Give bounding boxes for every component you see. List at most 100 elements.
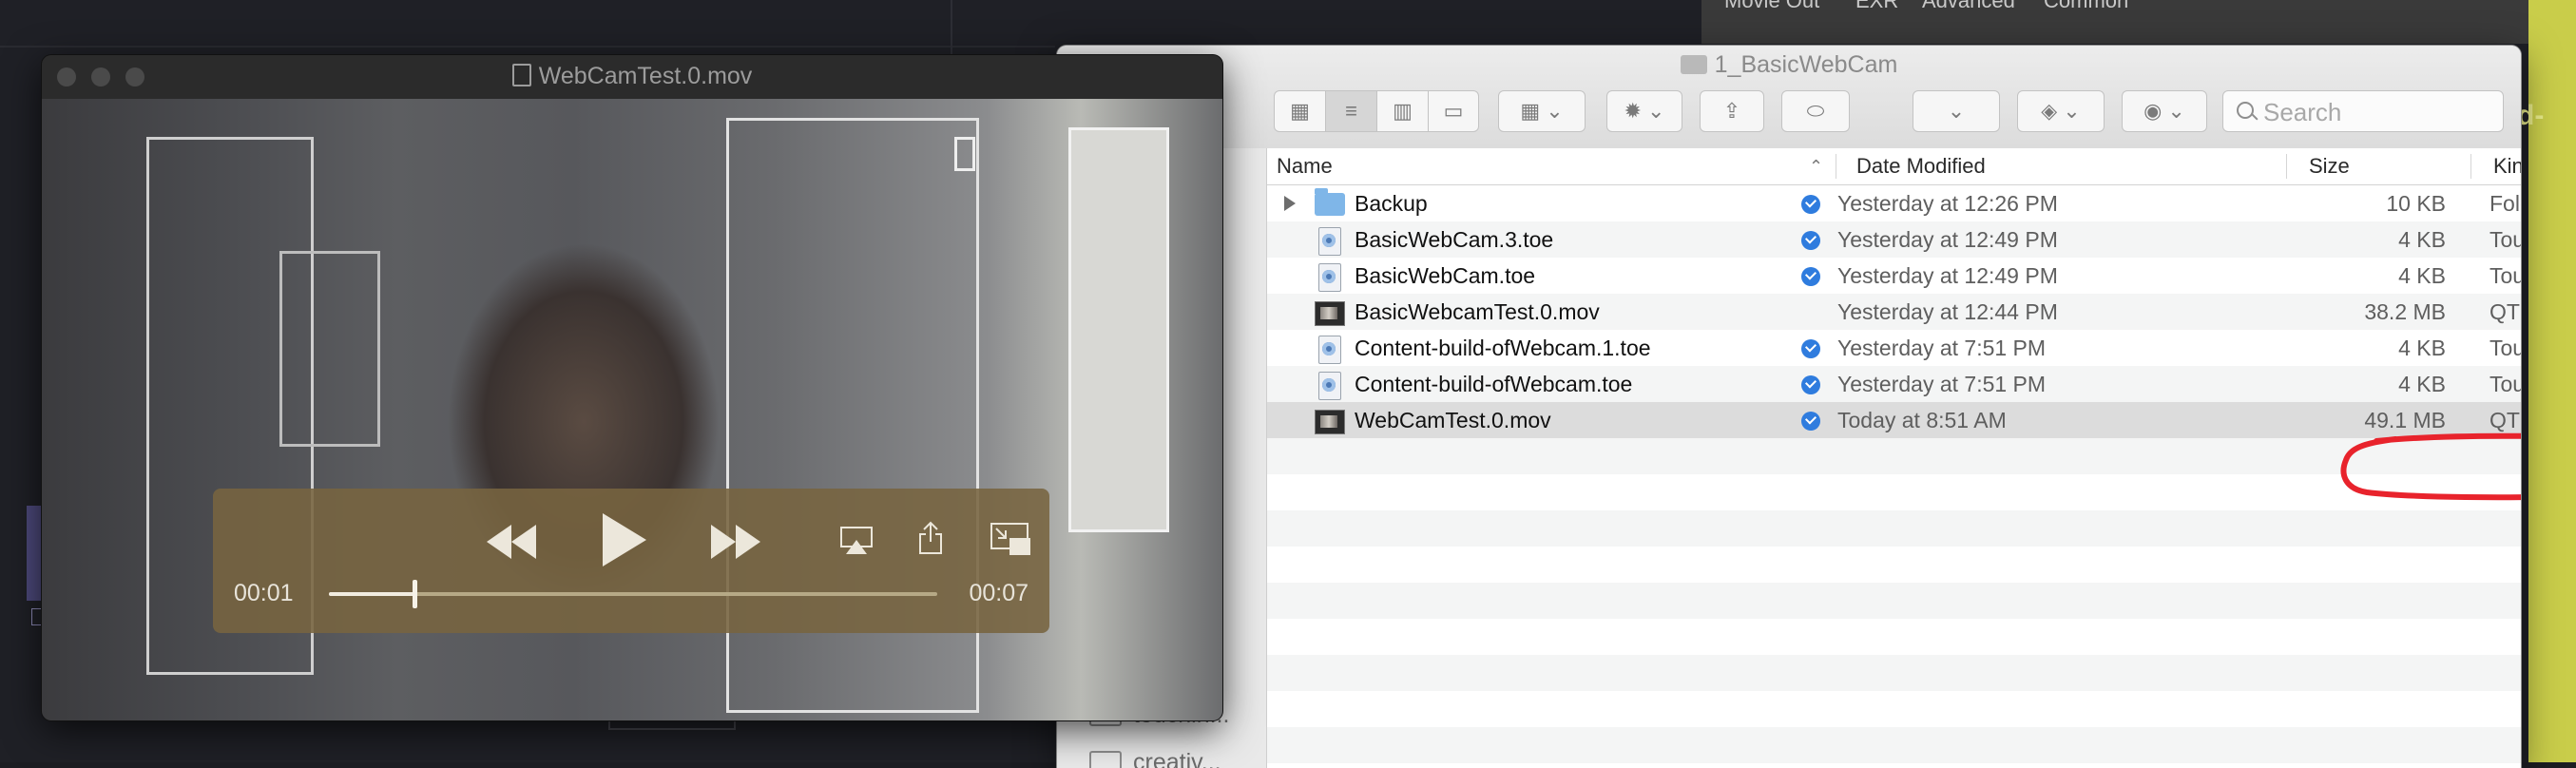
empty-row bbox=[1267, 691, 2521, 727]
path-dropdown[interactable]: ⌄ bbox=[1913, 90, 2000, 132]
empty-row bbox=[1267, 727, 2521, 763]
playback-controls: 00:01 00:07 bbox=[213, 489, 1049, 633]
column-header-size[interactable]: Size bbox=[2309, 148, 2350, 184]
sync-status-icon bbox=[1801, 267, 1820, 286]
file-kind: Touch…ent F bbox=[2489, 263, 2521, 288]
file-date: Yesterday at 12:44 PM bbox=[1837, 299, 2058, 324]
file-row[interactable]: Backup Yesterday at 12:26 PM 10 KB Folder bbox=[1267, 185, 2521, 221]
file-size: 4 KB bbox=[2398, 336, 2446, 360]
sync-status-icon bbox=[1801, 412, 1820, 431]
view-mode-control[interactable]: ▦ ≡ ▥ ▭ bbox=[1274, 90, 1479, 132]
file-name: BasicWebcamTest.0.mov bbox=[1355, 299, 1600, 324]
player-title-text: WebCamTest.0.mov bbox=[538, 63, 753, 89]
background-divider bbox=[951, 0, 952, 57]
quicktime-player-window: WebCamTest.0.mov 00:01 00:07 bbox=[42, 55, 1222, 720]
airplay-icon[interactable] bbox=[840, 527, 873, 555]
empty-row bbox=[1267, 510, 2521, 547]
empty-row bbox=[1267, 583, 2521, 619]
file-row[interactable]: BasicWebcamTest.0.mov Yesterday at 12:44 … bbox=[1267, 294, 2521, 330]
play-icon[interactable] bbox=[603, 513, 646, 566]
tags-icon[interactable]: ⬭ bbox=[1781, 90, 1850, 132]
scrub-bar[interactable] bbox=[329, 592, 937, 596]
file-size: 4 KB bbox=[2398, 227, 2446, 252]
finder-title: 1_BasicWebCam bbox=[1057, 51, 2521, 79]
picture-in-picture-icon[interactable] bbox=[990, 523, 1032, 557]
search-box[interactable] bbox=[2222, 90, 2504, 132]
empty-row bbox=[1267, 619, 2521, 655]
empty-row bbox=[1267, 763, 2521, 768]
column-divider[interactable] bbox=[2470, 154, 2471, 179]
quick-look-icon[interactable]: ◉ ⌄ bbox=[2122, 90, 2207, 132]
file-name: BasicWebCam.toe bbox=[1355, 263, 1536, 288]
file-list: Name ⌃ Date Modified Size Kind Backup Yes… bbox=[1267, 148, 2521, 768]
background-divider bbox=[0, 46, 1055, 48]
bg-tab-exr[interactable]: EXR bbox=[1855, 0, 1898, 13]
file-name: Backup bbox=[1355, 191, 1428, 216]
red-annotation-circle bbox=[2340, 432, 2521, 501]
toe-file-icon bbox=[1318, 336, 1341, 364]
movie-file-icon bbox=[511, 64, 531, 86]
folder-icon bbox=[1315, 188, 1345, 216]
search-input[interactable] bbox=[2261, 95, 2493, 129]
folder-icon bbox=[1680, 55, 1707, 74]
bg-tab-movie-out[interactable]: Movie Out bbox=[1724, 0, 1819, 13]
file-date: Yesterday at 7:51 PM bbox=[1837, 372, 2047, 396]
file-row[interactable]: BasicWebCam.toe Yesterday at 12:49 PM 4 KB… bbox=[1267, 258, 2521, 294]
gallery-view-icon[interactable]: ▭ bbox=[1429, 91, 1478, 131]
player-title: WebCamTest.0.mov bbox=[42, 63, 1222, 90]
file-date: Yesterday at 7:51 PM bbox=[1837, 336, 2047, 360]
scrub-handle[interactable] bbox=[412, 580, 417, 608]
finder-window: 1_BasicWebCam ▦ ≡ ▥ ▭ ▦ ⌄ ✹ ⌄ ⇪ ⬭ ⌄ ◈ ⌄ ◉ ⌄… bbox=[1057, 46, 2521, 768]
share-icon[interactable]: ⇪ bbox=[1700, 90, 1764, 132]
file-date: Yesterday at 12:26 PM bbox=[1837, 191, 2058, 216]
share-icon[interactable] bbox=[918, 521, 943, 555]
empty-row bbox=[1267, 547, 2521, 583]
finder-toolbar: 1_BasicWebCam ▦ ≡ ▥ ▭ ▦ ⌄ ✹ ⌄ ⇪ ⬭ ⌄ ◈ ⌄ ◉ ⌄ bbox=[1057, 46, 2521, 149]
current-time: 00:01 bbox=[234, 580, 294, 606]
column-header-date[interactable]: Date Modified bbox=[1856, 148, 1986, 184]
background-node-label: d- bbox=[2517, 100, 2545, 131]
list-view-icon[interactable]: ≡ bbox=[1326, 91, 1377, 131]
file-row[interactable]: BasicWebCam.3.toe Yesterday at 12:49 PM 4 … bbox=[1267, 221, 2521, 258]
sort-ascending-icon[interactable]: ⌃ bbox=[1809, 148, 1823, 184]
file-row[interactable]: Content-build-ofWebcam.toe Yesterday at 7… bbox=[1267, 366, 2521, 402]
file-kind: QT movie bbox=[2489, 299, 2521, 324]
file-rows: BackupYesterday at 12:26 PM10 KBFolderBa… bbox=[1267, 185, 2521, 768]
video-light-switch bbox=[954, 137, 975, 171]
action-gear-icon[interactable]: ✹ ⌄ bbox=[1606, 90, 1682, 132]
file-row[interactable]: WebCamTest.0.mov Today at 8:51 AM 49.1 MB Q… bbox=[1267, 402, 2521, 438]
list-header: Name ⌃ Date Modified Size Kind bbox=[1267, 148, 2521, 185]
bg-tab-advanced[interactable]: Advanced bbox=[1922, 0, 2015, 13]
file-kind: Folder bbox=[2489, 191, 2521, 216]
sync-status-icon bbox=[1801, 339, 1820, 358]
bg-tab-common[interactable]: Common bbox=[2044, 0, 2128, 13]
folder-icon bbox=[1089, 751, 1122, 768]
toe-file-icon bbox=[1318, 227, 1341, 256]
search-icon bbox=[2237, 102, 2254, 119]
file-size: 4 KB bbox=[2398, 372, 2446, 396]
file-name: BasicWebCam.3.toe bbox=[1355, 227, 1554, 252]
rewind-icon[interactable] bbox=[487, 525, 536, 559]
empty-row bbox=[1267, 474, 2521, 510]
file-size: 4 KB bbox=[2398, 263, 2446, 288]
video-window bbox=[1068, 127, 1169, 532]
file-size: 10 KB bbox=[2386, 191, 2446, 216]
column-header-kind[interactable]: Kind bbox=[2493, 148, 2521, 184]
player-titlebar[interactable]: WebCamTest.0.mov bbox=[42, 55, 1222, 99]
file-row[interactable]: Content-build-ofWebcam.1.toe Yesterday at… bbox=[1267, 330, 2521, 366]
sidebar-item[interactable]: creativ... bbox=[1133, 749, 1221, 768]
column-divider[interactable] bbox=[2286, 154, 2287, 179]
toe-file-icon bbox=[1318, 372, 1341, 400]
file-date: Yesterday at 12:49 PM bbox=[1837, 227, 2058, 252]
dropbox-icon[interactable]: ◈ ⌄ bbox=[2017, 90, 2105, 132]
file-name: Content-build-ofWebcam.1.toe bbox=[1355, 336, 1651, 360]
fast-forward-icon[interactable] bbox=[711, 525, 760, 559]
sync-status-icon bbox=[1801, 195, 1820, 214]
column-header-name[interactable]: Name bbox=[1277, 148, 1333, 184]
disclosure-triangle-icon[interactable] bbox=[1284, 196, 1296, 211]
column-view-icon[interactable]: ▥ bbox=[1377, 91, 1429, 131]
group-by-icon[interactable]: ▦ ⌄ bbox=[1498, 90, 1586, 132]
toe-file-icon bbox=[1318, 263, 1341, 292]
file-kind: Touch…ent F bbox=[2489, 372, 2521, 396]
icon-view-icon[interactable]: ▦ bbox=[1275, 91, 1326, 131]
